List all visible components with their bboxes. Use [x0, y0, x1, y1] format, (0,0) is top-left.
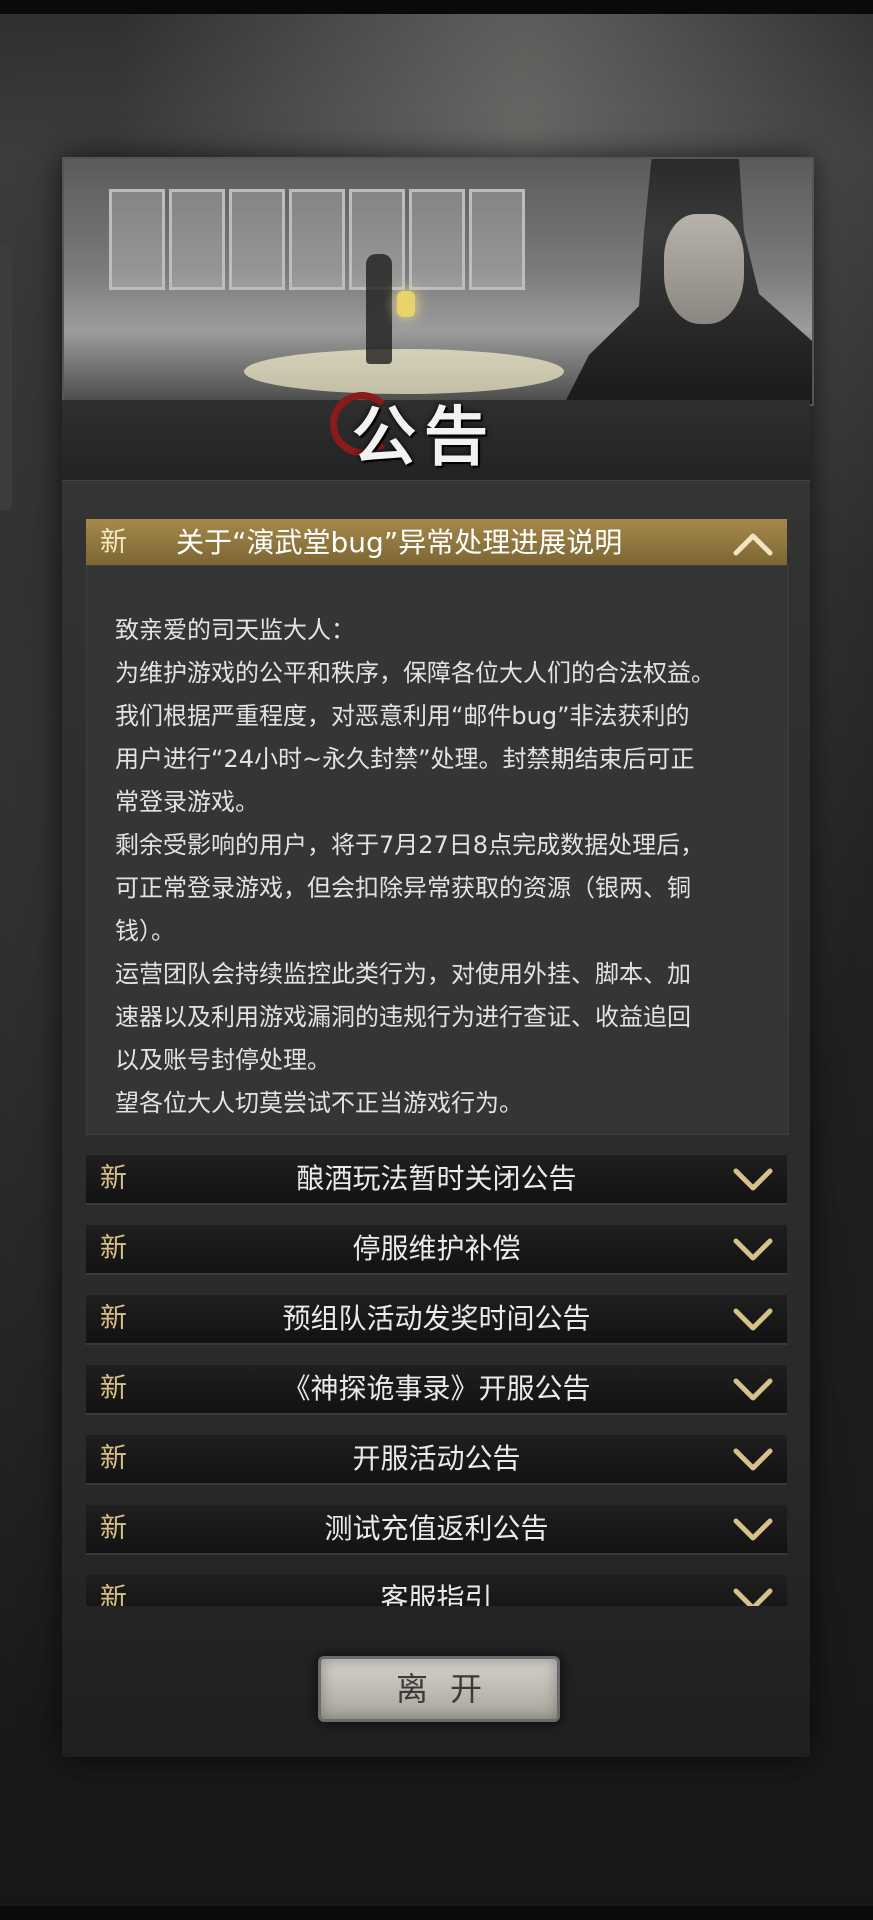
announcement-list[interactable]: 新 酿酒玩法暂时关闭公告 新 停服维护补偿 新 预组队活动发奖时间公告 新 《神… — [86, 1150, 787, 1606]
chevron-down-icon[interactable] — [733, 1167, 773, 1193]
announcement-title: 预组队活动发奖时间公告 — [282, 1302, 591, 1335]
window-lattice — [469, 189, 525, 290]
walking-figure — [366, 254, 392, 364]
content-line: 致亲爱的司天监大人： — [115, 616, 355, 644]
announcement-item[interactable]: 新 酿酒玩法暂时关闭公告 — [86, 1155, 787, 1205]
chevron-down-icon[interactable] — [733, 1377, 773, 1403]
content-line: 常登录游戏。 — [115, 788, 259, 816]
page-title: 公告 — [352, 400, 496, 475]
side-edge-handle[interactable] — [0, 245, 12, 510]
content-line: 钱）。 — [115, 917, 175, 945]
announcement-title: 开服活动公告 — [352, 1442, 521, 1475]
chevron-down-icon[interactable] — [733, 1307, 773, 1333]
banner-image — [62, 157, 814, 406]
announcement-content: 致亲爱的司天监大人： 为维护游戏的公平和秩序，保障各位大人们的合法权益。 我们根… — [86, 565, 789, 1135]
new-badge: 新 — [100, 1233, 127, 1264]
new-badge: 新 — [100, 1443, 127, 1474]
announcement-item[interactable]: 新 客服指引 — [86, 1575, 787, 1606]
announcement-item[interactable]: 新 停服维护补偿 — [86, 1225, 787, 1275]
content-line: 可正常登录游戏，但会扣除异常获取的资源（银两、铜 — [115, 874, 691, 902]
announcement-item[interactable]: 新 预组队活动发奖时间公告 — [86, 1295, 787, 1345]
character-face — [664, 214, 744, 324]
announcement-item[interactable]: 新 《神探诡事录》开服公告 — [86, 1365, 787, 1415]
announcement-title: 停服维护补偿 — [352, 1232, 521, 1265]
content-line: 剩余受影响的用户，将于7月27日8点完成数据处理后， — [115, 831, 705, 859]
content-line: 为维护游戏的公平和秩序，保障各位大人们的合法权益。 — [115, 659, 715, 687]
new-badge: 新 — [100, 1373, 127, 1404]
new-badge: 新 — [100, 1583, 127, 1606]
content-line: 望各位大人切莫尝试不正当游戏行为。 — [115, 1089, 523, 1117]
announcement-item-expanded[interactable]: 新 关于“演武堂bug”异常处理进展说明 — [86, 519, 787, 567]
light-pool — [244, 349, 564, 394]
chevron-down-icon[interactable] — [733, 1587, 773, 1606]
chevron-down-icon[interactable] — [733, 1447, 773, 1473]
content-line: 用户进行“24小时~永久封禁”处理。封禁期结束后可正 — [115, 745, 695, 773]
new-badge: 新 — [100, 1163, 127, 1194]
leave-button[interactable]: 离开 — [318, 1656, 560, 1722]
announcement-title: 测试充值返利公告 — [324, 1512, 549, 1545]
window-lattice — [409, 189, 465, 290]
announcement-title: 关于“演武堂bug”异常处理进展说明 — [176, 526, 623, 559]
status-bar — [0, 0, 873, 14]
content-line: 以及账号封停处理。 — [115, 1046, 331, 1074]
announcement-title: 客服指引 — [380, 1582, 493, 1606]
new-badge: 新 — [100, 1303, 127, 1334]
announcement-item[interactable]: 新 测试充值返利公告 — [86, 1505, 787, 1555]
new-badge: 新 — [100, 1513, 127, 1544]
navigation-bar — [0, 1906, 873, 1920]
chevron-down-icon[interactable] — [733, 1237, 773, 1263]
content-line: 速器以及利用游戏漏洞的违规行为进行查证、收益追回 — [115, 1003, 691, 1031]
window-lattice — [289, 189, 345, 290]
window-lattice — [109, 189, 165, 290]
window-lattice — [229, 189, 285, 290]
chevron-up-icon[interactable] — [733, 531, 773, 557]
lantern-icon — [397, 291, 415, 317]
new-badge: 新 — [100, 527, 127, 558]
announcement-title: 《神探诡事录》开服公告 — [282, 1372, 591, 1405]
announcement-item[interactable]: 新 开服活动公告 — [86, 1435, 787, 1485]
chevron-down-icon[interactable] — [733, 1517, 773, 1543]
window-lattice — [169, 189, 225, 290]
content-line: 运营团队会持续监控此类行为，对使用外挂、脚本、加 — [115, 960, 691, 988]
content-line: 我们根据严重程度，对恶意利用“邮件bug”非法获利的 — [115, 702, 690, 730]
announcement-title: 酿酒玩法暂时关闭公告 — [296, 1162, 577, 1195]
